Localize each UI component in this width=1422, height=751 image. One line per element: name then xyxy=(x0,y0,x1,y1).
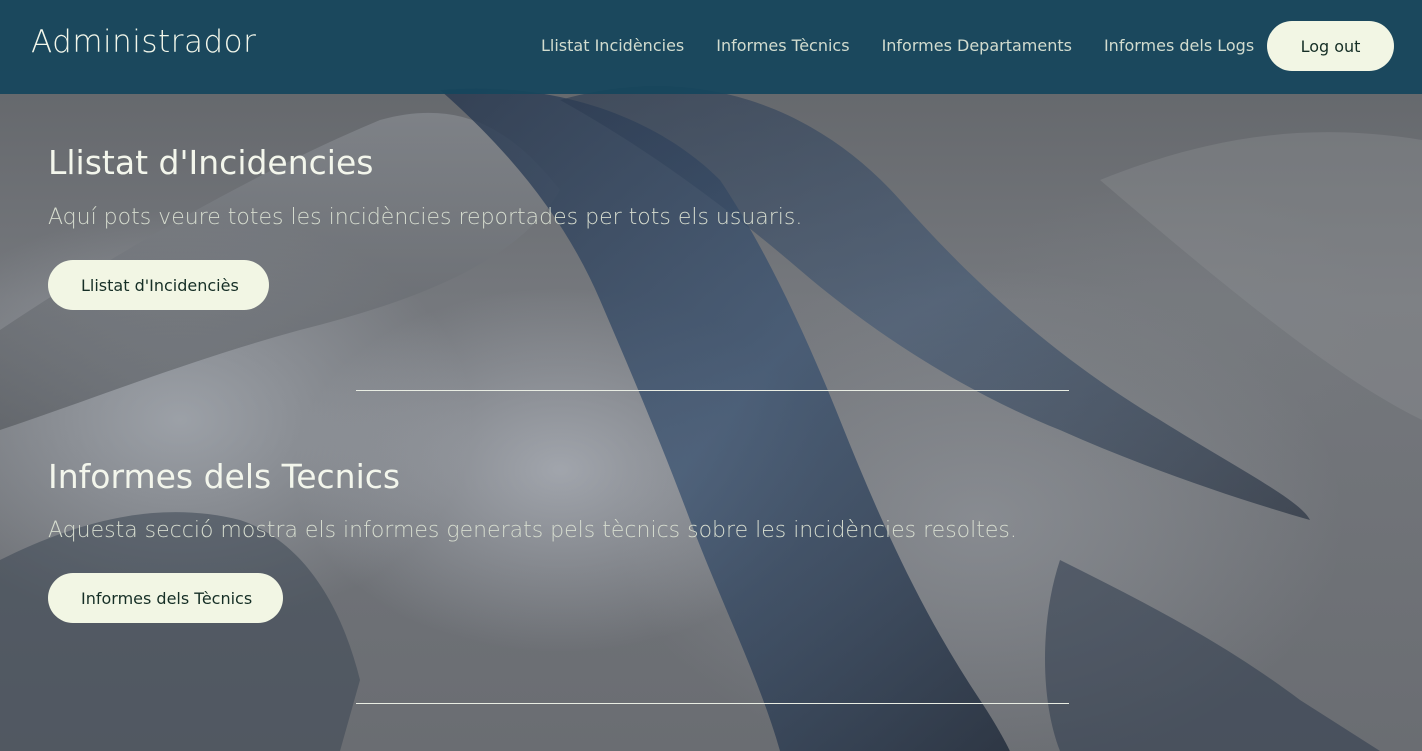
brand-title: Administrador xyxy=(31,24,257,60)
abstract-fabric-art xyxy=(0,86,1422,751)
llistat-incidencies-button[interactable]: Llistat d'Incidenciès xyxy=(48,260,269,310)
section-title-incidencies: Llistat d'Incidencies xyxy=(48,143,374,182)
nav-link-informes-tecnics[interactable]: Informes Tècnics xyxy=(716,36,849,55)
informes-tecnics-button[interactable]: Informes dels Tècnics xyxy=(48,573,283,623)
top-navbar: Administrador Llistat Incidències Inform… xyxy=(0,0,1422,94)
section-divider xyxy=(356,703,1069,704)
logout-button[interactable]: Log out xyxy=(1267,21,1394,71)
nav-link-informes-departaments[interactable]: Informes Departaments xyxy=(882,36,1072,55)
background-image xyxy=(0,0,1422,751)
section-title-informes-tecnics: Informes dels Tecnics xyxy=(48,457,401,496)
nav-link-informes-logs[interactable]: Informes dels Logs xyxy=(1104,36,1254,55)
section-description-informes-tecnics: Aquesta secció mostra els informes gener… xyxy=(48,518,1017,543)
nav-link-llistat-incidencies[interactable]: Llistat Incidències xyxy=(541,36,684,55)
section-description-incidencies: Aquí pots veure totes les incidències re… xyxy=(48,205,803,230)
section-divider xyxy=(356,390,1069,391)
nav-links: Llistat Incidències Informes Tècnics Inf… xyxy=(541,36,1254,55)
